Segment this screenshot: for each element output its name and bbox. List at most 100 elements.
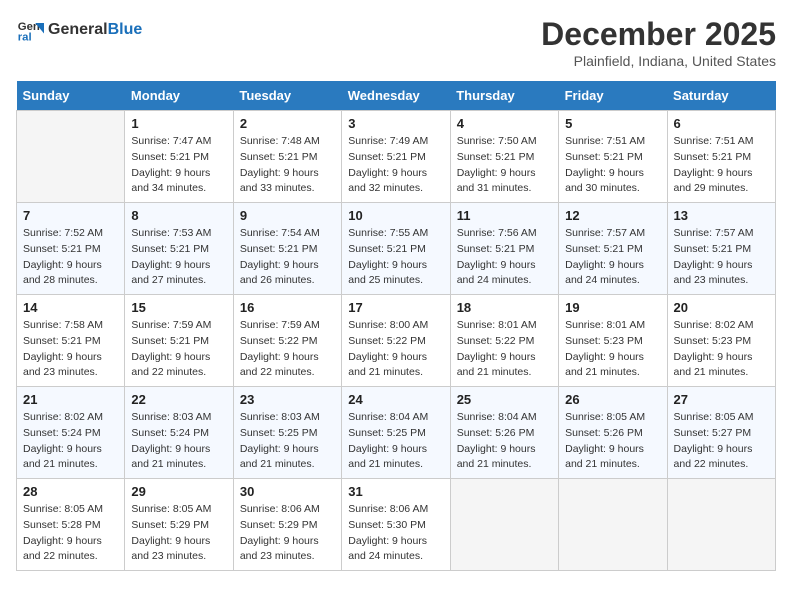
day-info: Sunrise: 7:49 AMSunset: 5:21 PMDaylight:… (348, 134, 443, 197)
sunset-label: Sunset: 5:26 PM (457, 427, 535, 439)
day-number: 29 (131, 484, 226, 499)
calendar-day-cell: 19Sunrise: 8:01 AMSunset: 5:23 PMDayligh… (559, 295, 667, 387)
calendar-day-cell (450, 479, 558, 571)
calendar-day-cell: 3Sunrise: 7:49 AMSunset: 5:21 PMDaylight… (342, 111, 450, 203)
calendar-day-cell: 4 Sunrise: 7:50 AMSunset: 5:21 PMDaylight… (450, 111, 558, 203)
day-info: Sunrise: 8:01 AMSunset: 5:22 PMDaylight:… (457, 318, 552, 381)
daylight-label: Daylight: 9 hours and 24 minutes. (457, 259, 536, 287)
sunset-label: Sunset: 5:21 PM (131, 335, 209, 347)
daylight-label: Daylight: 9 hours and 24 minutes. (565, 259, 644, 287)
calendar-day-cell: 21Sunrise: 8:02 AMSunset: 5:24 PMDayligh… (17, 387, 125, 479)
logo-general-text: GeneralBlue (48, 21, 142, 39)
day-number: 7 (23, 208, 118, 223)
sunset-label: Sunset: 5:21 PM (565, 151, 643, 163)
calendar-day-cell: 17Sunrise: 8:00 AMSunset: 5:22 PMDayligh… (342, 295, 450, 387)
sunrise-label: Sunrise: 7:52 AM (23, 227, 103, 239)
calendar-day-cell (559, 479, 667, 571)
day-number: 26 (565, 392, 660, 407)
sunset-label: Sunset: 5:21 PM (457, 243, 535, 255)
sunset-label: Sunset: 5:29 PM (131, 519, 209, 531)
sunrise-label: Sunrise: 7:51 AM (674, 135, 754, 147)
title-block: December 2025 Plainfield, Indiana, Unite… (541, 16, 776, 69)
daylight-label: Daylight: 9 hours and 21 minutes. (348, 351, 427, 379)
sunrise-label: Sunrise: 8:05 AM (23, 503, 103, 515)
daylight-label: Daylight: 9 hours and 22 minutes. (674, 443, 753, 471)
page-header: Gene ral GeneralBlue December 2025 Plain… (16, 16, 776, 69)
calendar-week-row: 7 Sunrise: 7:52 AM Sunset: 5:21 PM Daylight… (17, 203, 776, 295)
day-number: 15 (131, 300, 226, 315)
sunrise-label: Sunrise: 7:57 AM (565, 227, 645, 239)
daylight-label: Daylight: 9 hours and 22 minutes. (23, 535, 102, 563)
day-number: 18 (457, 300, 552, 315)
sunset-label: Sunset: 5:21 PM (131, 151, 209, 163)
calendar-day-cell: 23 Sunrise: 8:03 AMSunset: 5:25 PMDayligh… (233, 387, 341, 479)
sunrise-label: Sunrise: 7:55 AM (348, 227, 428, 239)
sunset-label: Sunset: 5:26 PM (565, 427, 643, 439)
day-info: Sunrise: 8:00 AMSunset: 5:22 PMDaylight:… (348, 318, 443, 381)
daylight-label: Daylight: 9 hours and 22 minutes. (240, 351, 319, 379)
sunrise-label: Sunrise: 8:03 AM (131, 411, 211, 423)
day-number: 4 (457, 116, 552, 131)
sunset-label: Sunset: 5:22 PM (457, 335, 535, 347)
weekday-header-cell: Saturday (667, 81, 775, 111)
day-info: Sunrise: 7:57 AMSunset: 5:21 PMDaylight:… (565, 226, 660, 289)
day-number: 22 (131, 392, 226, 407)
sunset-label: Sunset: 5:24 PM (23, 427, 101, 439)
day-info: Sunrise: 8:03 AMSunset: 5:25 PMDaylight:… (240, 410, 335, 473)
weekday-header-cell: Sunday (17, 81, 125, 111)
day-info: Sunrise: 8:06 AMSunset: 5:30 PMDaylight:… (348, 502, 443, 565)
daylight-label: Daylight: 9 hours and 29 minutes. (674, 167, 753, 195)
daylight-label: Daylight: 9 hours and 31 minutes. (457, 167, 536, 195)
calendar-day-cell (667, 479, 775, 571)
sunrise-label: Sunrise: 8:01 AM (565, 319, 645, 331)
weekday-header-cell: Wednesday (342, 81, 450, 111)
calendar-week-row: 1Sunrise: 7:47 AMSunset: 5:21 PMDaylight… (17, 111, 776, 203)
calendar-day-cell: 31 Sunrise: 8:06 AMSunset: 5:30 PMDayligh… (342, 479, 450, 571)
calendar-day-cell: 12Sunrise: 7:57 AMSunset: 5:21 PMDayligh… (559, 203, 667, 295)
sunset-label: Sunset: 5:27 PM (674, 427, 752, 439)
calendar-day-cell: 9 Sunrise: 7:54 AMSunset: 5:21 PMDaylight… (233, 203, 341, 295)
day-info: Sunrise: 8:05 AMSunset: 5:26 PMDaylight:… (565, 410, 660, 473)
sunrise-label: Sunrise: 8:00 AM (348, 319, 428, 331)
daylight-label: Daylight: 9 hours and 21 minutes. (348, 443, 427, 471)
daylight-label: Daylight: 9 hours and 23 minutes. (674, 259, 753, 287)
calendar-day-cell (17, 111, 125, 203)
sunrise-label: Sunrise: 8:05 AM (565, 411, 645, 423)
daylight-label: Daylight: 9 hours and 28 minutes. (23, 259, 102, 287)
sunrise-label: Sunrise: 7:56 AM (457, 227, 537, 239)
day-number: 9 (240, 208, 335, 223)
sunset-label: Sunset: 5:21 PM (23, 243, 101, 255)
day-number: 23 (240, 392, 335, 407)
day-number: 19 (565, 300, 660, 315)
day-info: Sunrise: 7:56 AM Sunset: 5:21 PM Daylight:… (457, 226, 552, 289)
calendar-week-row: 14Sunrise: 7:58 AMSunset: 5:21 PMDayligh… (17, 295, 776, 387)
calendar-day-cell: 29Sunrise: 8:05 AMSunset: 5:29 PMDayligh… (125, 479, 233, 571)
sunrise-label: Sunrise: 8:05 AM (131, 503, 211, 515)
day-info: Sunrise: 7:55 AMSunset: 5:21 PMDaylight:… (348, 226, 443, 289)
day-number: 13 (674, 208, 769, 223)
day-info: Sunrise: 7:50 AMSunset: 5:21 PMDaylight:… (457, 134, 552, 197)
day-info: Sunrise: 8:05 AMSunset: 5:28 PMDaylight:… (23, 502, 118, 565)
weekday-header-cell: Tuesday (233, 81, 341, 111)
day-info: Sunrise: 7:54 AMSunset: 5:21 PMDaylight:… (240, 226, 335, 289)
day-info: Sunrise: 7:59 AMSunset: 5:21 PMDaylight:… (131, 318, 226, 381)
sunrise-label: Sunrise: 7:58 AM (23, 319, 103, 331)
sunrise-label: Sunrise: 8:06 AM (348, 503, 428, 515)
daylight-label: Daylight: 9 hours and 24 minutes. (348, 535, 427, 563)
weekday-header-cell: Monday (125, 81, 233, 111)
calendar-day-cell: 7 Sunrise: 7:52 AM Sunset: 5:21 PM Daylight… (17, 203, 125, 295)
sunrise-label: Sunrise: 8:05 AM (674, 411, 754, 423)
calendar-day-cell: 8Sunrise: 7:53 AMSunset: 5:21 PMDaylight… (125, 203, 233, 295)
calendar-day-cell: 26Sunrise: 8:05 AMSunset: 5:26 PMDayligh… (559, 387, 667, 479)
sunrise-label: Sunrise: 8:01 AM (457, 319, 537, 331)
calendar-day-cell: 2Sunrise: 7:48 AMSunset: 5:21 PMDaylight… (233, 111, 341, 203)
calendar-day-cell: 5Sunrise: 7:51 AMSunset: 5:21 PMDaylight… (559, 111, 667, 203)
calendar-day-cell: 25Sunrise: 8:04 AMSunset: 5:26 PMDayligh… (450, 387, 558, 479)
day-info: Sunrise: 7:52 AM Sunset: 5:21 PM Daylight:… (23, 226, 118, 289)
day-info: Sunrise: 8:06 AMSunset: 5:29 PMDaylight:… (240, 502, 335, 565)
calendar-day-cell: 22 Sunrise: 8:03 AMSunset: 5:24 PMDayligh… (125, 387, 233, 479)
day-info: Sunrise: 7:53 AMSunset: 5:21 PMDaylight:… (131, 226, 226, 289)
day-info: Sunrise: 8:03 AMSunset: 5:24 PMDaylight:… (131, 410, 226, 473)
day-number: 21 (23, 392, 118, 407)
day-number: 31 (348, 484, 443, 499)
